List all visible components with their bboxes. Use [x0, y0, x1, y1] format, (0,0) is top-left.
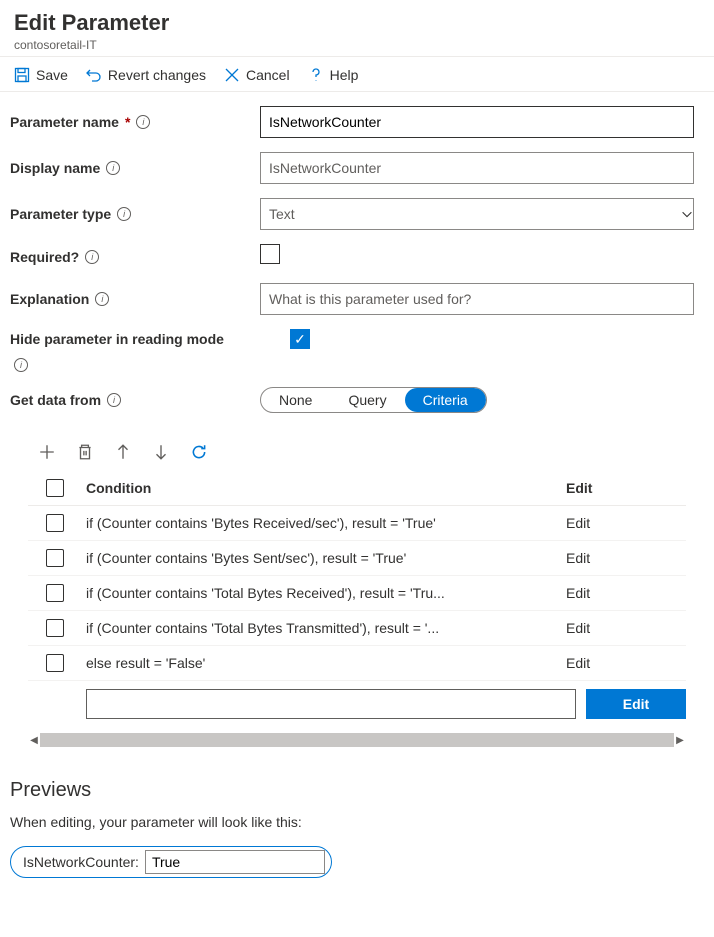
info-icon[interactable]: i	[95, 292, 109, 306]
param-type-select[interactable]	[260, 198, 694, 230]
col-condition: Condition	[86, 480, 566, 496]
edit-link[interactable]: Edit	[566, 585, 686, 601]
criteria-panel: Condition Edit if (Counter contains 'Byt…	[28, 443, 686, 727]
criteria-header-row: Condition Edit	[28, 471, 686, 506]
required-checkbox[interactable]	[260, 244, 280, 264]
refresh-icon[interactable]	[190, 443, 208, 461]
required-label: Required?	[10, 249, 79, 265]
close-icon	[224, 67, 240, 83]
info-icon[interactable]: i	[106, 161, 120, 175]
condition-text: else result = 'False'	[86, 655, 566, 671]
row-checkbox[interactable]	[46, 619, 64, 637]
criteria-row: if (Counter contains 'Total Bytes Transm…	[28, 611, 686, 646]
get-data-label: Get data from	[10, 392, 101, 408]
criteria-edit-input[interactable]	[86, 689, 576, 719]
help-icon	[308, 67, 324, 83]
scroll-left-icon[interactable]: ◀	[28, 735, 40, 746]
info-icon[interactable]: i	[136, 115, 150, 129]
add-icon[interactable]	[38, 443, 56, 461]
scroll-track[interactable]	[40, 733, 674, 747]
condition-text: if (Counter contains 'Total Bytes Transm…	[86, 620, 566, 636]
explanation-label: Explanation	[10, 291, 89, 307]
explanation-input[interactable]	[260, 283, 694, 315]
condition-text: if (Counter contains 'Total Bytes Receiv…	[86, 585, 566, 601]
delete-icon[interactable]	[76, 443, 94, 461]
select-all-checkbox[interactable]	[46, 479, 64, 497]
help-button[interactable]: Help	[308, 67, 359, 83]
edit-link[interactable]: Edit	[566, 655, 686, 671]
previews-section: Previews When editing, your parameter wi…	[0, 749, 714, 898]
page-title: Edit Parameter	[14, 10, 700, 36]
display-name-label: Display name	[10, 160, 100, 176]
revert-label: Revert changes	[108, 67, 206, 83]
hide-param-checkbox[interactable]: ✓	[290, 329, 310, 349]
get-data-toggle: None Query Criteria	[260, 387, 487, 413]
info-icon[interactable]: i	[14, 358, 28, 372]
row-checkbox[interactable]	[46, 584, 64, 602]
param-name-input[interactable]	[260, 106, 694, 138]
seg-none[interactable]: None	[261, 388, 330, 412]
arrow-down-icon[interactable]	[152, 443, 170, 461]
seg-criteria[interactable]: Criteria	[405, 388, 486, 412]
cancel-button[interactable]: Cancel	[224, 67, 290, 83]
criteria-row: if (Counter contains 'Bytes Sent/sec'), …	[28, 541, 686, 576]
previews-title: Previews	[10, 779, 704, 802]
col-edit: Edit	[566, 480, 686, 496]
save-label: Save	[36, 67, 68, 83]
param-name-label: Parameter name	[10, 114, 119, 130]
condition-text: if (Counter contains 'Bytes Sent/sec'), …	[86, 550, 566, 566]
criteria-toolbar	[28, 443, 686, 471]
row-checkbox[interactable]	[46, 549, 64, 567]
hide-param-label: Hide parameter in reading mode	[10, 331, 224, 347]
scroll-right-icon[interactable]: ▶	[674, 735, 686, 746]
info-icon[interactable]: i	[85, 250, 99, 264]
preview-pill-input[interactable]	[145, 850, 325, 874]
edit-link[interactable]: Edit	[566, 550, 686, 566]
info-icon[interactable]: i	[117, 207, 131, 221]
criteria-row: if (Counter contains 'Total Bytes Receiv…	[28, 576, 686, 611]
criteria-edit-row: Edit	[28, 681, 686, 727]
form-area: Parameter name * i Display name i Parame…	[0, 92, 714, 749]
condition-text: if (Counter contains 'Bytes Received/sec…	[86, 515, 566, 531]
cancel-label: Cancel	[246, 67, 290, 83]
save-icon	[14, 67, 30, 83]
criteria-edit-button[interactable]: Edit	[586, 689, 686, 719]
command-bar: Save Revert changes Cancel Help	[0, 57, 714, 92]
param-type-label: Parameter type	[10, 206, 111, 222]
info-icon[interactable]: i	[107, 393, 121, 407]
revert-button[interactable]: Revert changes	[86, 67, 206, 83]
criteria-row: else result = 'False'Edit	[28, 646, 686, 681]
criteria-row: if (Counter contains 'Bytes Received/sec…	[28, 506, 686, 541]
help-label: Help	[330, 67, 359, 83]
arrow-up-icon[interactable]	[114, 443, 132, 461]
edit-link[interactable]: Edit	[566, 515, 686, 531]
display-name-input[interactable]	[260, 152, 694, 184]
preview-pill: IsNetworkCounter:	[10, 846, 332, 878]
undo-icon	[86, 67, 102, 83]
previews-note: When editing, your parameter will look l…	[10, 814, 704, 830]
seg-query[interactable]: Query	[330, 388, 404, 412]
preview-pill-label: IsNetworkCounter:	[23, 854, 139, 870]
horizontal-scrollbar[interactable]: ◀ ▶	[28, 731, 686, 749]
page-subtitle: contosoretail-IT	[14, 38, 700, 52]
row-checkbox[interactable]	[46, 514, 64, 532]
edit-link[interactable]: Edit	[566, 620, 686, 636]
row-checkbox[interactable]	[46, 654, 64, 672]
page-header: Edit Parameter contosoretail-IT	[0, 0, 714, 57]
save-button[interactable]: Save	[14, 67, 68, 83]
required-asterisk: *	[125, 114, 130, 130]
